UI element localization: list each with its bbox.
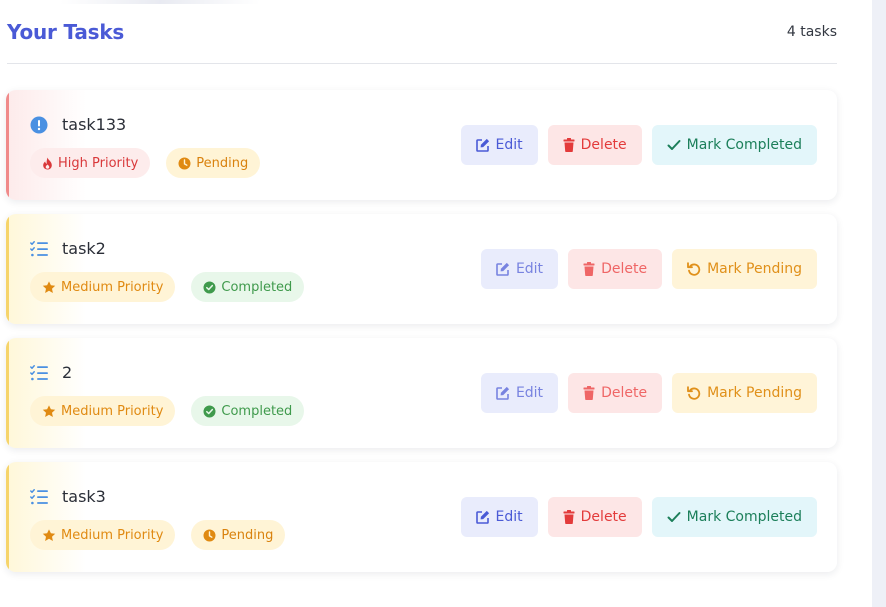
task-title: task3 bbox=[62, 487, 106, 506]
edit-label: Edit bbox=[495, 137, 523, 153]
trash-icon bbox=[583, 386, 595, 400]
delete-button[interactable]: Delete bbox=[568, 249, 663, 289]
task-count: 4 tasks bbox=[786, 24, 837, 40]
mark-pending-button[interactable]: Mark Pending bbox=[672, 373, 817, 413]
star-icon bbox=[42, 280, 56, 293]
mark-pending-button[interactable]: Mark Pending bbox=[672, 249, 817, 289]
task-card: 2 Medium Priority Completed Edit Delete bbox=[6, 338, 837, 448]
toggle-label: Mark Pending bbox=[707, 261, 802, 277]
toggle-label: Mark Pending bbox=[707, 385, 802, 401]
task-badges: Medium Priority Pending bbox=[30, 520, 301, 550]
star-icon bbox=[42, 528, 56, 541]
edit-label: Edit bbox=[515, 261, 544, 277]
task-actions: Edit Delete Mark Completed bbox=[451, 497, 817, 537]
priority-badge: High Priority bbox=[30, 148, 151, 178]
clock-icon bbox=[203, 529, 216, 541]
check-icon bbox=[667, 140, 681, 150]
trash-icon bbox=[583, 262, 595, 276]
check-circle-icon bbox=[203, 405, 216, 417]
priority-badge: Medium Priority bbox=[30, 520, 176, 550]
scrollbar-track[interactable] bbox=[872, 0, 886, 607]
task-actions: Edit Delete Mark Pending bbox=[471, 249, 817, 289]
task-badges: Medium Priority Completed bbox=[30, 396, 320, 426]
delete-button[interactable]: Delete bbox=[568, 373, 663, 413]
edit-button[interactable]: Edit bbox=[480, 249, 559, 289]
edit-button[interactable]: Edit bbox=[480, 373, 559, 413]
task-badges: High Priority Pending bbox=[30, 148, 276, 178]
mark-completed-button[interactable]: Mark Completed bbox=[651, 125, 817, 165]
task-title: task2 bbox=[62, 239, 106, 258]
edit-icon bbox=[475, 138, 489, 152]
priority-label: Medium Priority bbox=[61, 403, 164, 419]
edit-icon bbox=[475, 510, 489, 524]
status-label: Completed bbox=[221, 279, 293, 295]
page-title: Your Tasks bbox=[7, 20, 125, 44]
undo-icon bbox=[687, 262, 701, 276]
top-shadow bbox=[60, 0, 260, 4]
edit-icon bbox=[496, 386, 510, 400]
toggle-label: Mark Completed bbox=[686, 509, 802, 525]
task-card: task2 Medium Priority Completed Edit Del… bbox=[6, 214, 837, 324]
edit-icon bbox=[496, 262, 510, 276]
status-badge: Completed bbox=[191, 272, 305, 302]
task-badges: Medium Priority Completed bbox=[30, 272, 320, 302]
priority-badge: Medium Priority bbox=[30, 272, 176, 302]
exclamation-circle-icon bbox=[30, 116, 48, 134]
task-card: task133 High Priority Pending Edit Delet… bbox=[6, 90, 837, 200]
task-title: 2 bbox=[62, 363, 73, 382]
tasks-header: Your Tasks 4 tasks bbox=[7, 18, 837, 64]
check-circle-icon bbox=[203, 281, 216, 293]
list-check-icon bbox=[30, 364, 48, 382]
edit-button[interactable]: Edit bbox=[460, 497, 538, 537]
trash-icon bbox=[563, 510, 575, 524]
task-title-row: task3 bbox=[30, 487, 106, 506]
task-title-row: 2 bbox=[30, 363, 72, 382]
status-label: Pending bbox=[221, 527, 274, 543]
delete-label: Delete bbox=[580, 137, 627, 153]
list-check-icon bbox=[30, 240, 48, 258]
clock-icon bbox=[178, 157, 191, 169]
edit-button[interactable]: Edit bbox=[460, 125, 538, 165]
status-badge: Pending bbox=[191, 520, 286, 550]
task-title: task133 bbox=[62, 115, 127, 134]
undo-icon bbox=[687, 386, 701, 400]
priority-label: Medium Priority bbox=[61, 279, 164, 295]
edit-label: Edit bbox=[515, 385, 544, 401]
delete-label: Delete bbox=[601, 385, 648, 401]
delete-button[interactable]: Delete bbox=[547, 497, 642, 537]
status-badge: Completed bbox=[191, 396, 305, 426]
task-title-row: task133 bbox=[30, 115, 126, 134]
edit-label: Edit bbox=[495, 509, 523, 525]
status-label: Completed bbox=[221, 403, 293, 419]
mark-completed-button[interactable]: Mark Completed bbox=[651, 497, 817, 537]
list-check-icon bbox=[30, 488, 48, 506]
delete-label: Delete bbox=[580, 509, 627, 525]
task-actions: Edit Delete Mark Pending bbox=[471, 373, 817, 413]
toggle-label: Mark Completed bbox=[686, 137, 802, 153]
star-icon bbox=[42, 404, 56, 417]
fire-icon bbox=[43, 157, 52, 169]
priority-badge: Medium Priority bbox=[30, 396, 176, 426]
status-label: Pending bbox=[196, 155, 249, 171]
delete-label: Delete bbox=[601, 261, 648, 277]
trash-icon bbox=[563, 138, 575, 152]
priority-label: High Priority bbox=[58, 155, 139, 171]
delete-button[interactable]: Delete bbox=[547, 125, 642, 165]
task-list: task133 High Priority Pending Edit Delet… bbox=[6, 90, 837, 586]
priority-label: Medium Priority bbox=[61, 527, 164, 543]
status-badge: Pending bbox=[166, 148, 261, 178]
check-icon bbox=[667, 512, 681, 522]
task-actions: Edit Delete Mark Completed bbox=[451, 125, 817, 165]
task-title-row: task2 bbox=[30, 239, 106, 258]
task-card: task3 Medium Priority Pending Edit Delet… bbox=[6, 462, 837, 572]
